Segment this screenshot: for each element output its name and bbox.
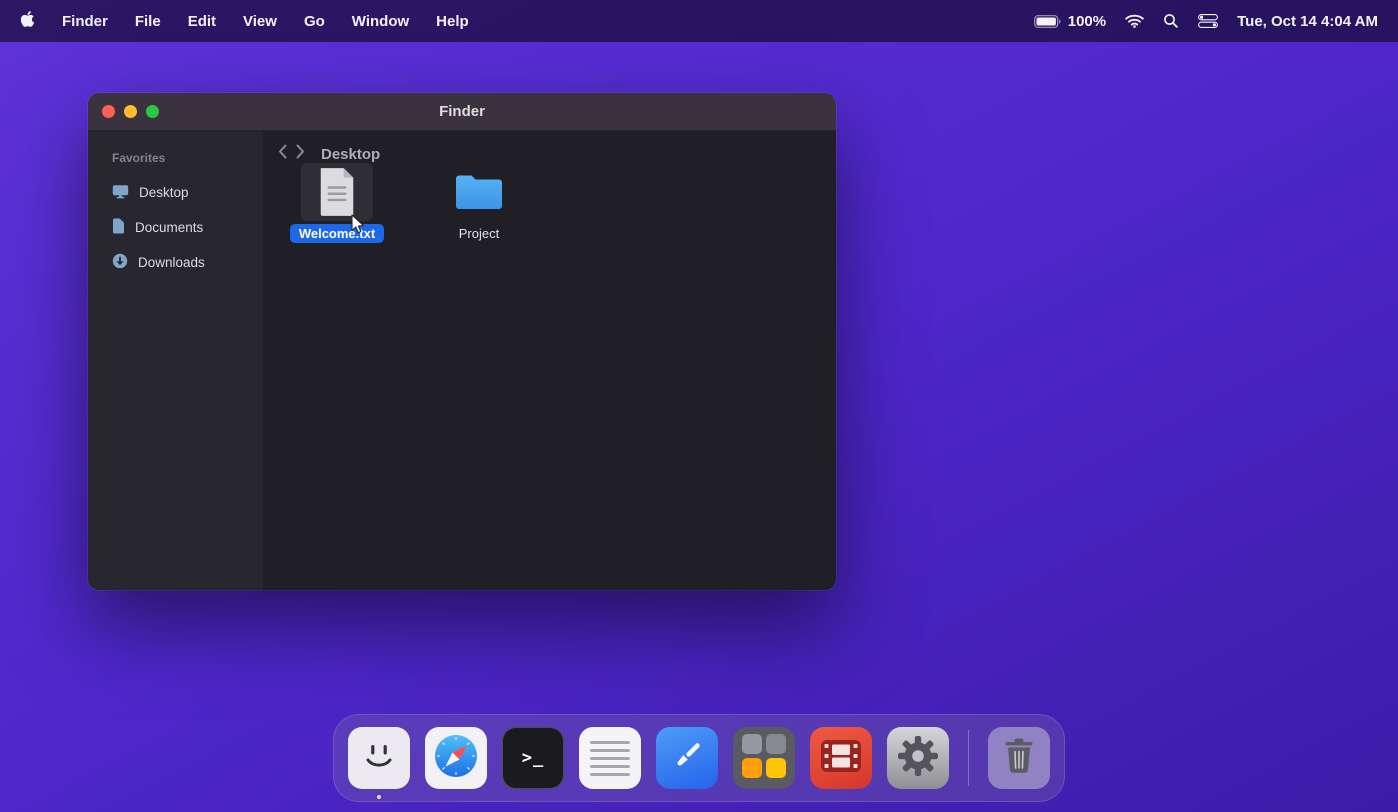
battery-indicator[interactable]: 100% (1034, 13, 1106, 30)
sidebar-item-documents[interactable]: Documents (104, 210, 251, 245)
sidebar-item-label: Downloads (138, 255, 205, 270)
dock-settings-icon[interactable] (887, 727, 949, 789)
control-center-icon[interactable] (1198, 14, 1218, 28)
downloads-circle-icon (112, 253, 128, 272)
sidebar-section-title: Favorites (112, 151, 251, 165)
dock-trash-icon[interactable] (988, 727, 1050, 789)
dock-safari-icon[interactable] (425, 727, 487, 789)
zoom-button[interactable] (146, 105, 159, 118)
sidebar-item-label: Documents (135, 220, 203, 235)
menu-item-edit[interactable]: Edit (188, 13, 216, 30)
folder-project[interactable]: Project (421, 163, 537, 243)
chevron-left-icon (278, 144, 287, 164)
document-icon (112, 218, 125, 237)
dock-paint-icon[interactable] (656, 727, 718, 789)
sidebar-item-desktop[interactable]: Desktop (104, 175, 251, 210)
menu-bar-left: Finder File Edit View Go Window Help (20, 10, 469, 33)
dock: >_ (333, 714, 1065, 802)
window-titlebar[interactable]: Finder (88, 93, 836, 131)
path-bar: Desktop (263, 131, 836, 164)
dock-finder-icon[interactable] (348, 727, 410, 789)
dock-app-grid-icon[interactable] (733, 727, 795, 789)
chevron-right-icon (296, 144, 305, 164)
file-name-label: Welcome.txt (290, 224, 384, 243)
apple-menu[interactable] (20, 10, 35, 33)
safari-compass-icon (433, 733, 479, 784)
menu-item-window[interactable]: Window (352, 13, 409, 30)
terminal-icon: >_ (522, 748, 544, 768)
finder-content: Desktop Welcome.txt (263, 131, 836, 590)
minimize-button[interactable] (124, 105, 137, 118)
current-folder-label: Desktop (321, 146, 380, 163)
menu-item-view[interactable]: View (243, 13, 277, 30)
app-grid-icon (742, 734, 786, 783)
file-name-label: Project (450, 224, 508, 243)
finder-window: Finder Favorites Desktop (88, 93, 836, 590)
close-button[interactable] (102, 105, 115, 118)
window-body: Favorites Desktop Documents (88, 131, 836, 590)
dock-media-icon[interactable] (810, 727, 872, 789)
paintbrush-icon (670, 739, 704, 778)
menu-item-go[interactable]: Go (304, 13, 325, 30)
film-media-icon (821, 740, 861, 777)
menu-item-help[interactable]: Help (436, 13, 469, 30)
folder-icon (443, 163, 515, 221)
back-button[interactable] (278, 144, 287, 164)
sidebar-item-downloads[interactable]: Downloads (104, 245, 251, 280)
finder-sidebar: Favorites Desktop Documents (88, 131, 263, 590)
running-indicator (377, 795, 381, 799)
forward-button[interactable] (296, 144, 305, 164)
menu-bar-clock[interactable]: Tue, Oct 14 4:04 AM (1237, 13, 1378, 30)
wifi-icon[interactable] (1125, 14, 1144, 28)
battery-icon (1034, 15, 1062, 28)
search-icon[interactable] (1163, 13, 1179, 29)
traffic-lights (88, 105, 159, 118)
desktop-monitor-icon (112, 184, 129, 202)
window-title: Finder (88, 103, 836, 120)
finder-smiley-icon (360, 739, 398, 778)
dock-textedit-icon[interactable] (579, 727, 641, 789)
apple-icon (20, 10, 35, 33)
text-file-icon (301, 163, 373, 221)
settings-gear-icon (896, 734, 940, 783)
sidebar-item-label: Desktop (139, 185, 189, 200)
menu-item-finder[interactable]: Finder (62, 13, 108, 30)
dock-terminal-icon[interactable]: >_ (502, 727, 564, 789)
file-welcome-txt[interactable]: Welcome.txt (279, 163, 395, 243)
battery-percent: 100% (1068, 13, 1106, 30)
menu-bar-status: 100% Tue, Oct 14 4:04 AM (1034, 13, 1378, 30)
menu-item-file[interactable]: File (135, 13, 161, 30)
textedit-icon (590, 741, 630, 776)
dock-divider (968, 730, 969, 786)
trash-icon (1004, 738, 1034, 779)
menu-bar: Finder File Edit View Go Window Help 100… (0, 0, 1398, 42)
